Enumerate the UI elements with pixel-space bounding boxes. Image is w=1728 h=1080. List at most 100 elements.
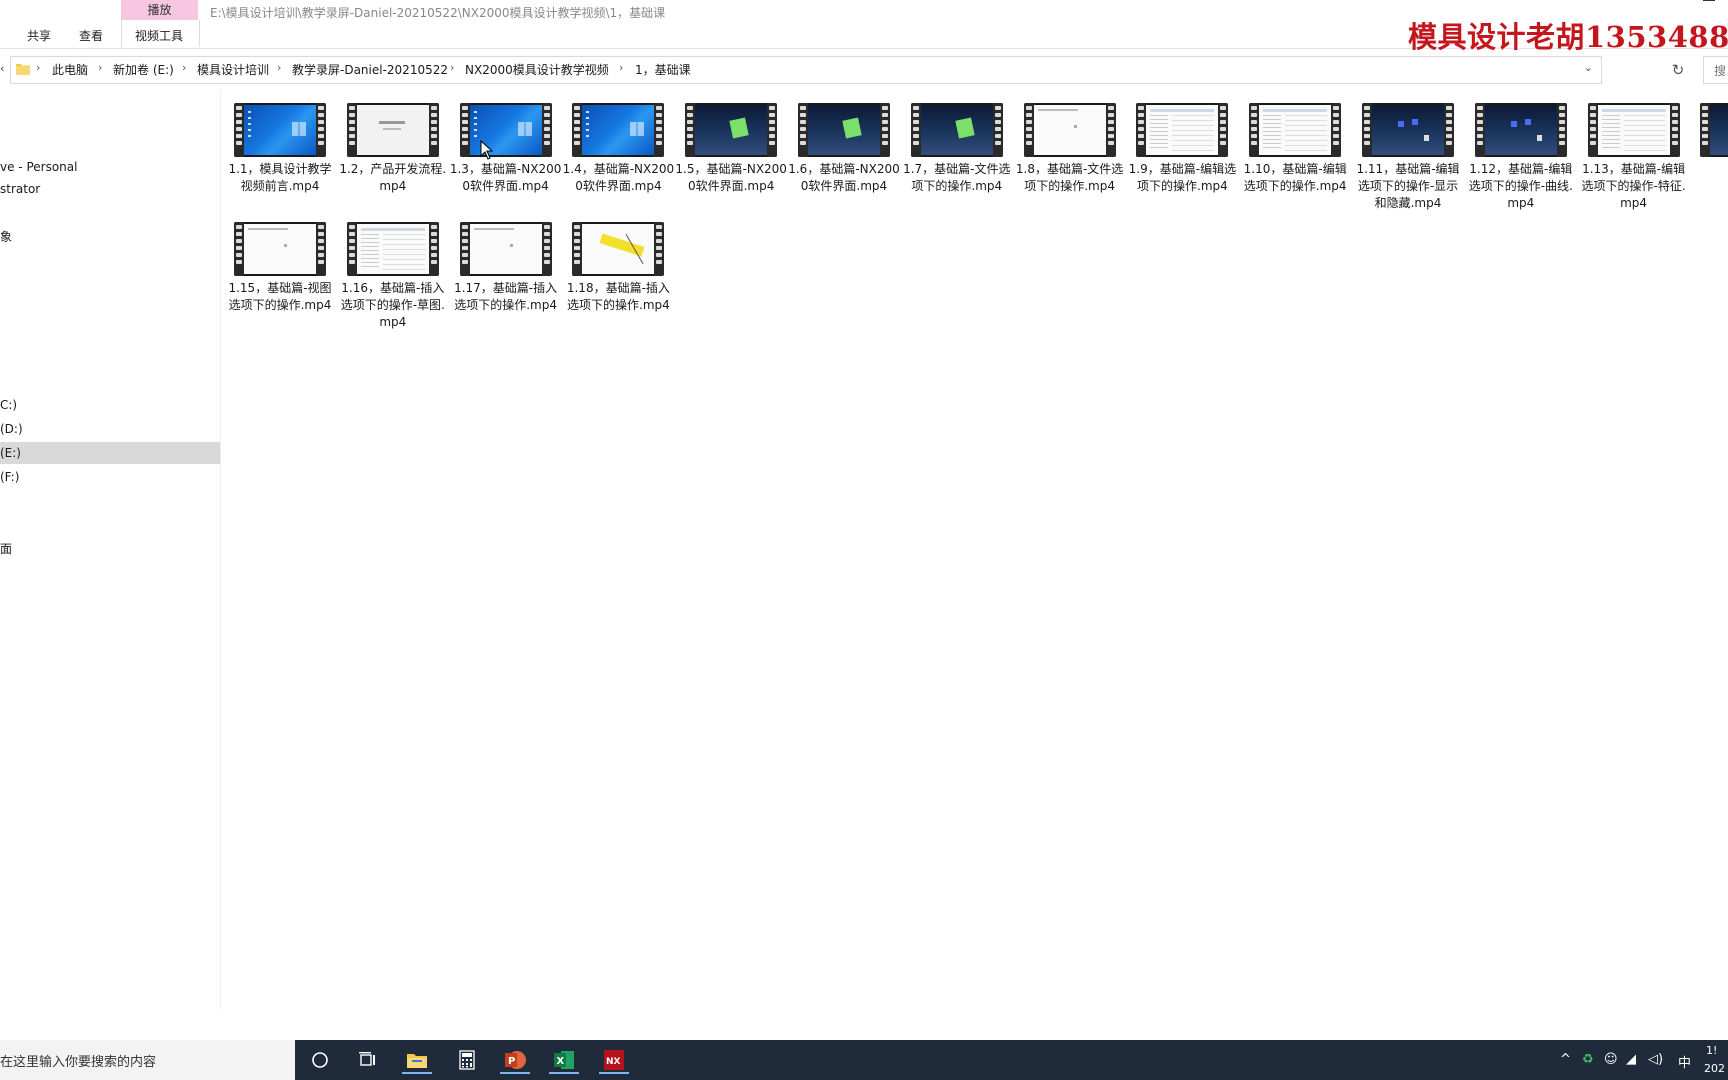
chevron-right-icon[interactable]: › xyxy=(450,61,454,74)
film-strip xyxy=(910,103,921,157)
file-tile[interactable]: 1.1，模具设计教学视频前言.mp4 xyxy=(224,103,336,195)
breadcrumb-basics[interactable]: 1，基础课 xyxy=(635,61,691,78)
file-tile[interactable]: 1.5，基础篇-NX2000软件界面.mp4 xyxy=(675,103,787,195)
file-tile[interactable]: 1.12，基础篇-编辑选项下的操作-曲线.mp4 xyxy=(1465,103,1577,212)
film-strip xyxy=(234,222,244,276)
chevron-right-icon[interactable]: › xyxy=(98,61,102,74)
folder-icon xyxy=(16,64,30,75)
video-thumbnail xyxy=(572,222,665,276)
film-strip xyxy=(1444,103,1454,157)
clock-date[interactable]: 202 xyxy=(1704,1062,1725,1075)
network-icon[interactable]: ◢ xyxy=(1626,1052,1636,1067)
file-tile[interactable]: 1.1 xyxy=(1690,103,1728,178)
video-thumbnail xyxy=(234,103,326,157)
nav-item-desktop[interactable]: 面 xyxy=(0,538,220,560)
file-tile[interactable]: 1.11，基础篇-编辑选项下的操作-显示和隐藏.mp4 xyxy=(1352,103,1464,212)
minimize-icon[interactable] xyxy=(1703,0,1715,1)
video-thumbnail xyxy=(798,103,890,157)
file-tile[interactable]: 1.6，基础篇-NX2000软件界面.mp4 xyxy=(788,103,900,195)
breadcrumb-nx2000-videos[interactable]: NX2000模具设计教学视频 xyxy=(465,61,609,78)
cortana-icon[interactable] xyxy=(303,1046,337,1074)
refresh-icon[interactable]: ↻ xyxy=(1665,58,1691,82)
breadcrumb-drive-e[interactable]: 新加卷 (E:) xyxy=(113,61,174,78)
video-thumbnail xyxy=(1136,103,1229,157)
ribbon-tab-video-tools[interactable]: 视频工具 xyxy=(121,20,200,47)
window-title-path: E:\模具设计培训\教学录屏-Daniel-20210522\NX2000模具设… xyxy=(210,6,666,20)
film-strip xyxy=(1331,103,1342,157)
chevron-down-icon[interactable]: ⌄ xyxy=(1584,61,1593,74)
file-tile[interactable]: 1.9，基础篇-编辑选项下的操作.mp4 xyxy=(1126,103,1238,195)
address-bar[interactable]: › 此电脑 › 新加卷 (E:) › 模具设计培训 › 教学录屏-Daniel-… xyxy=(10,56,1602,84)
nav-item-drive-f[interactable]: (F:) xyxy=(0,466,220,488)
nav-back-chevron-icon[interactable]: ‹ xyxy=(0,62,4,75)
video-thumbnail xyxy=(910,103,1003,157)
ribbon-tab-view[interactable]: 查看 xyxy=(79,27,103,44)
excel-icon[interactable]: X xyxy=(547,1046,581,1074)
file-name: 1.9，基础篇-编辑选项下的操作.mp4 xyxy=(1128,162,1237,193)
film-strip xyxy=(316,222,326,276)
file-name: 1.17，基础篇-插入选项下的操作.mp4 xyxy=(454,281,558,312)
nav-item-3d-objects[interactable]: 象 xyxy=(0,226,220,248)
file-name: 1.1 xyxy=(1690,161,1728,178)
chevron-right-icon[interactable]: › xyxy=(619,61,623,74)
video-thumbnail xyxy=(1700,103,1728,157)
nav-item-drive-d[interactable]: (D:) xyxy=(0,418,220,440)
video-thumbnail xyxy=(1023,103,1116,157)
film-strip xyxy=(346,103,357,157)
file-tile[interactable]: 1.16，基础篇-插入选项下的操作-草图.mp4 xyxy=(337,222,449,331)
video-thumbnail xyxy=(1474,103,1567,157)
video-thumbnail xyxy=(459,103,552,157)
ribbon-tab-share[interactable]: 共享 xyxy=(27,27,51,44)
file-tile[interactable]: 1.8，基础篇-文件选项下的操作.mp4 xyxy=(1014,103,1126,195)
nav-item-user[interactable]: strator xyxy=(0,178,220,200)
file-name: 1.5，基础篇-NX2000软件界面.mp4 xyxy=(675,162,787,193)
chevron-right-icon[interactable]: › xyxy=(182,61,186,74)
nx-icon[interactable]: NX xyxy=(597,1046,631,1074)
powerpoint-icon[interactable]: P xyxy=(498,1046,532,1074)
file-name: 1.12，基础篇-编辑选项下的操作-曲线.mp4 xyxy=(1468,162,1573,210)
file-tile[interactable]: 1.2，产品开发流程.mp4 xyxy=(337,103,449,195)
file-name: 1.4，基础篇-NX2000软件界面.mp4 xyxy=(562,162,675,193)
breadcrumb-mold-training[interactable]: 模具设计培训 xyxy=(197,61,269,78)
nav-item-drive-c[interactable]: C:) xyxy=(0,394,220,416)
file-tile[interactable]: 1.10，基础篇-编辑选项下的操作.mp4 xyxy=(1239,103,1351,195)
film-strip xyxy=(1218,103,1229,157)
video-thumbnail xyxy=(1587,103,1680,157)
file-tile[interactable]: 1.15，基础篇-视图选项下的操作.mp4 xyxy=(224,222,336,314)
taskbar: 在这里输入你要搜索的内容 P X NX ^ ♻ ☺ ◢ ◁) 中 1! 202 xyxy=(0,1040,1728,1080)
file-explorer-icon[interactable] xyxy=(400,1046,434,1074)
chevron-right-icon[interactable]: › xyxy=(277,61,281,74)
navigation-pane: ve - Personal strator 象 C:) (D:) (E:) (F… xyxy=(0,90,221,1010)
film-strip xyxy=(654,103,665,157)
volume-icon[interactable]: ◁) xyxy=(1648,1052,1663,1067)
file-tile[interactable]: 1.7，基础篇-文件选项下的操作.mp4 xyxy=(901,103,1013,195)
recycle-tray-icon[interactable]: ♻ xyxy=(1582,1052,1594,1067)
video-thumbnail xyxy=(459,222,552,276)
breadcrumb-recording[interactable]: 教学录屏-Daniel-20210522 xyxy=(292,61,448,78)
clock-time[interactable]: 1! xyxy=(1706,1044,1717,1057)
file-tile[interactable]: 1.13，基础篇-编辑选项下的操作-特征.mp4 xyxy=(1578,103,1690,212)
film-strip xyxy=(1587,103,1598,157)
context-group-play: 播放 xyxy=(121,0,198,20)
film-strip xyxy=(1474,103,1485,157)
breadcrumb-this-pc[interactable]: 此电脑 xyxy=(52,61,88,78)
qq-tray-icon[interactable]: ☺ xyxy=(1604,1052,1618,1067)
chevron-right-icon[interactable]: › xyxy=(36,61,40,74)
svg-text:P: P xyxy=(508,1056,515,1067)
task-view-icon[interactable] xyxy=(351,1046,385,1074)
ime-indicator[interactable]: 中 xyxy=(1678,1052,1691,1071)
file-name: 1.18，基础篇-插入选项下的操作.mp4 xyxy=(566,281,670,312)
calculator-icon[interactable] xyxy=(450,1046,484,1074)
file-tile[interactable]: 1.3，基础篇-NX2000软件界面.mp4 xyxy=(450,103,562,195)
nav-item-onedrive[interactable]: ve - Personal xyxy=(0,156,220,178)
taskbar-search-box[interactable]: 在这里输入你要搜索的内容 xyxy=(0,1040,295,1080)
file-tile[interactable]: 1.17，基础篇-插入选项下的操作.mp4 xyxy=(450,222,562,314)
nav-item-drive-e[interactable]: (E:) xyxy=(0,442,220,464)
search-input[interactable]: 搜 xyxy=(1703,56,1728,84)
file-tile[interactable]: 1.4，基础篇-NX2000软件界面.mp4 xyxy=(562,103,674,195)
tray-expand-icon[interactable]: ^ xyxy=(1560,1052,1571,1067)
file-tile[interactable]: 1.18，基础篇-插入选项下的操作.mp4 xyxy=(562,222,674,314)
file-name: 1.11，基础篇-编辑选项下的操作-显示和隐藏.mp4 xyxy=(1356,162,1460,210)
mouse-cursor-icon xyxy=(480,140,494,160)
video-thumbnail xyxy=(1249,103,1342,157)
